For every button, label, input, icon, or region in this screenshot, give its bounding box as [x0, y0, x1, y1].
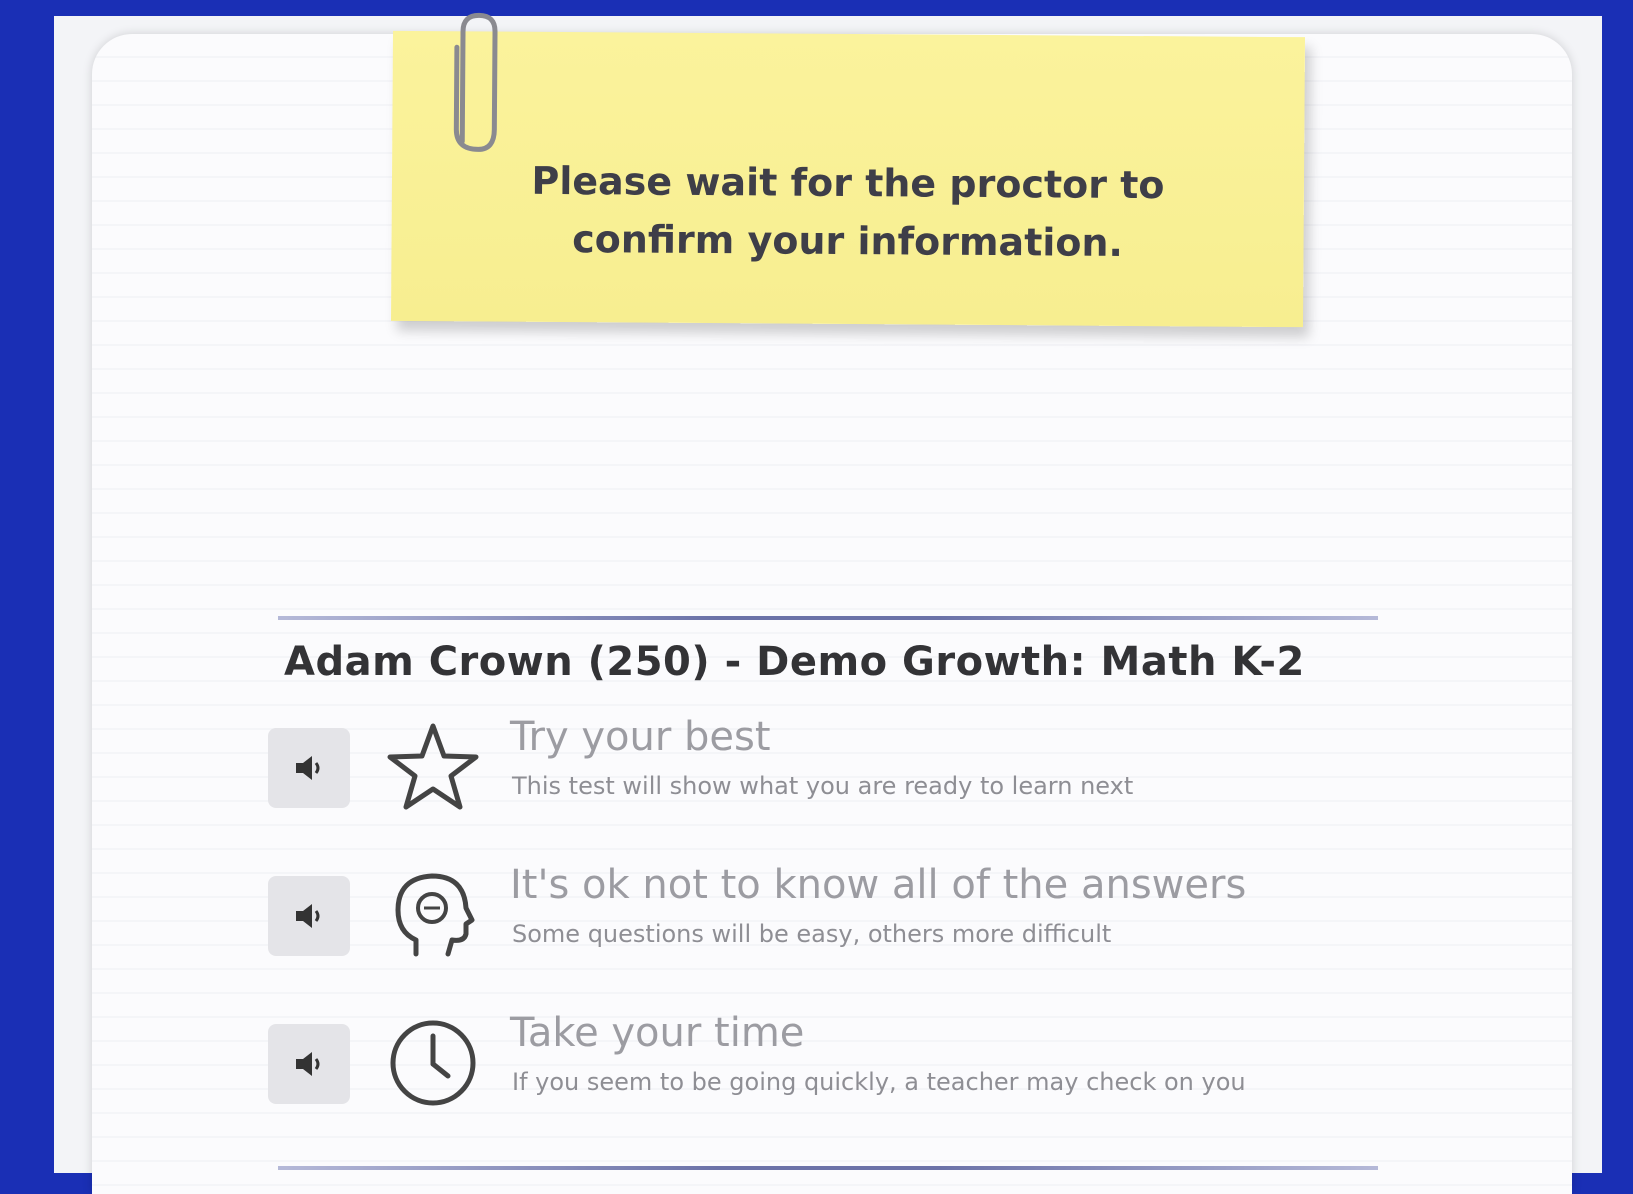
- tip-heading: Take your time: [510, 1010, 805, 1056]
- sticky-note: Please wait for the proctor to confirm y…: [390, 12, 1306, 328]
- audio-button[interactable]: [268, 1024, 350, 1104]
- proctor-wait-message: Please wait for the proctor to confirm y…: [391, 151, 1304, 273]
- paperclip-icon: [453, 12, 498, 152]
- tip-heading: It's ok not to know all of the answers: [510, 862, 1247, 908]
- top-divider: [278, 616, 1378, 620]
- tip-item-take-time: Take your time If you seem to be going q…: [268, 1010, 1468, 1114]
- tip-heading: Try your best: [510, 714, 771, 760]
- tip-item-ok-not-know: It's ok not to know all of the answers S…: [268, 862, 1468, 966]
- tip-subtext: If you seem to be going quickly, a teach…: [512, 1068, 1246, 1096]
- proctor-wait-line-2: confirm your information.: [572, 217, 1124, 265]
- thinking-head-icon: [395, 873, 475, 957]
- app-frame: Please wait for the proctor to confirm y…: [54, 12, 1602, 1194]
- star-icon: [387, 723, 479, 810]
- student-test-title: Adam Crown (250) - Demo Growth: Math K-2: [284, 639, 1305, 685]
- speaker-icon: [296, 756, 320, 780]
- audio-button[interactable]: [268, 728, 350, 808]
- tip-subtext: Some questions will be easy, others more…: [512, 920, 1112, 948]
- notebook-card: Please wait for the proctor to confirm y…: [92, 12, 1572, 1194]
- speaker-icon: [296, 904, 320, 928]
- tip-item-try-best: Try your best This test will show what y…: [268, 714, 1468, 818]
- bottom-divider: [278, 1166, 1378, 1170]
- audio-button[interactable]: [268, 876, 350, 956]
- speaker-icon: [296, 1052, 320, 1076]
- clock-icon: [390, 1020, 476, 1106]
- tip-subtext: This test will show what you are ready t…: [512, 772, 1134, 800]
- proctor-wait-line-1: Please wait for the proctor to: [531, 158, 1165, 208]
